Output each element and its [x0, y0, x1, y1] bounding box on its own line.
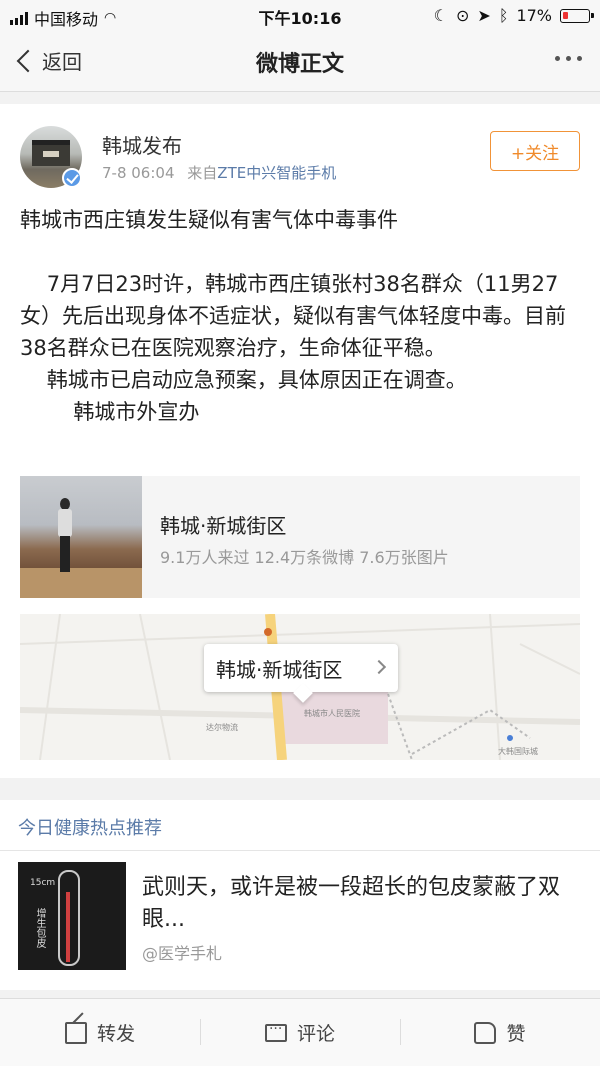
map-label: 大韩国际城: [498, 747, 538, 756]
like-label: 赞: [506, 1023, 526, 1045]
location-thumbnail: [20, 476, 142, 598]
post-paragraph: 7月7日23时许，韩城市西庄镇张村38名群众（11男27女）先后出现身体不适症状…: [20, 272, 566, 360]
post-paragraph: 韩城市已启动应急预案，具体原因正在调查。: [20, 368, 467, 392]
map-label: 达尔物流: [206, 723, 238, 732]
location-name: 韩城·新城街区: [160, 514, 287, 538]
post-text: 韩城市西庄镇发生疑似有害气体中毒事件 7月7日23时许，韩城市西庄镇张村38名群…: [20, 204, 580, 428]
location-stats: 9.1万人来过 12.4万条微博 7.6万张图片: [160, 548, 449, 567]
like-button[interactable]: 赞: [400, 999, 600, 1066]
thumbnail-text: 增生包皮: [34, 908, 45, 948]
verified-badge-icon: [62, 168, 82, 188]
post-source[interactable]: ZTE中兴智能手机: [217, 164, 336, 182]
location-card[interactable]: 韩城·新城街区 9.1万人来过 12.4万条微博 7.6万张图片: [20, 476, 580, 598]
location-map[interactable]: 韩城市人民医院 达尔物流 大韩国际城 韩城·新城街区: [20, 614, 580, 760]
bottom-action-bar: 转发 评论 赞: [0, 998, 600, 1066]
recommendation-source[interactable]: @医学手札: [142, 940, 222, 964]
follow-button[interactable]: +关注: [490, 131, 580, 171]
lock-rotation-icon: ⊙: [456, 6, 470, 25]
map-label: 韩城市人民医院: [304, 709, 360, 718]
status-bar: 中国移动 ◠ 下午10:16 ☾ ⊙ ➤ ᛒ 17%: [0, 0, 600, 30]
comment-label: 评论: [296, 1023, 335, 1045]
chevron-right-icon: [371, 659, 387, 675]
page-title: 微博正文: [255, 52, 344, 77]
location-icon: ➤: [477, 6, 491, 25]
comment-button[interactable]: 评论: [200, 999, 400, 1066]
share-button[interactable]: 转发: [0, 999, 200, 1066]
battery-icon: [560, 8, 594, 23]
recommendation-title[interactable]: 武则天，或许是被一段超长的包皮蒙蔽了双眼...: [142, 872, 572, 936]
share-icon: [64, 1021, 87, 1044]
author-name[interactable]: 韩城发布: [102, 130, 182, 159]
moon-icon: ☾: [433, 6, 449, 25]
post-card: 韩城发布 7-8 06:04 来自ZTE中兴智能手机 +关注 韩城市西庄镇发生疑…: [0, 104, 600, 778]
nav-bar: 返回 微博正文: [0, 30, 600, 92]
comment-icon: [264, 1021, 287, 1042]
more-button[interactable]: [555, 56, 582, 61]
bluetooth-icon: ᛒ: [498, 6, 509, 25]
recommendation-thumbnail[interactable]: 15cm 增生包皮: [18, 862, 126, 970]
source-prefix: 来自: [187, 164, 218, 182]
thumbs-up-icon: [474, 1021, 497, 1044]
divider: [0, 850, 600, 851]
thumbnail-text: 15cm: [30, 878, 56, 888]
map-pill-label: 韩城·新城街区: [216, 657, 343, 682]
battery-percent: 17%: [516, 6, 552, 25]
post-time: 7-8 06:04: [102, 164, 175, 182]
map-location-pill[interactable]: 韩城·新城街区: [204, 644, 398, 692]
post-paragraph: 韩城市西庄镇发生疑似有害气体中毒事件: [20, 208, 398, 232]
post-paragraph: 韩城市外宣办: [20, 400, 200, 424]
more-icon: [555, 56, 560, 61]
recommendation-section: 今日健康热点推荐 15cm 增生包皮 武则天，或许是被一段超长的包皮蒙蔽了双眼.…: [0, 800, 600, 990]
post-meta: 7-8 06:04 来自ZTE中兴智能手机: [102, 162, 336, 183]
post-paragraph: [20, 236, 580, 268]
share-label: 转发: [96, 1023, 135, 1045]
recommendation-header: 今日健康热点推荐: [18, 818, 162, 839]
